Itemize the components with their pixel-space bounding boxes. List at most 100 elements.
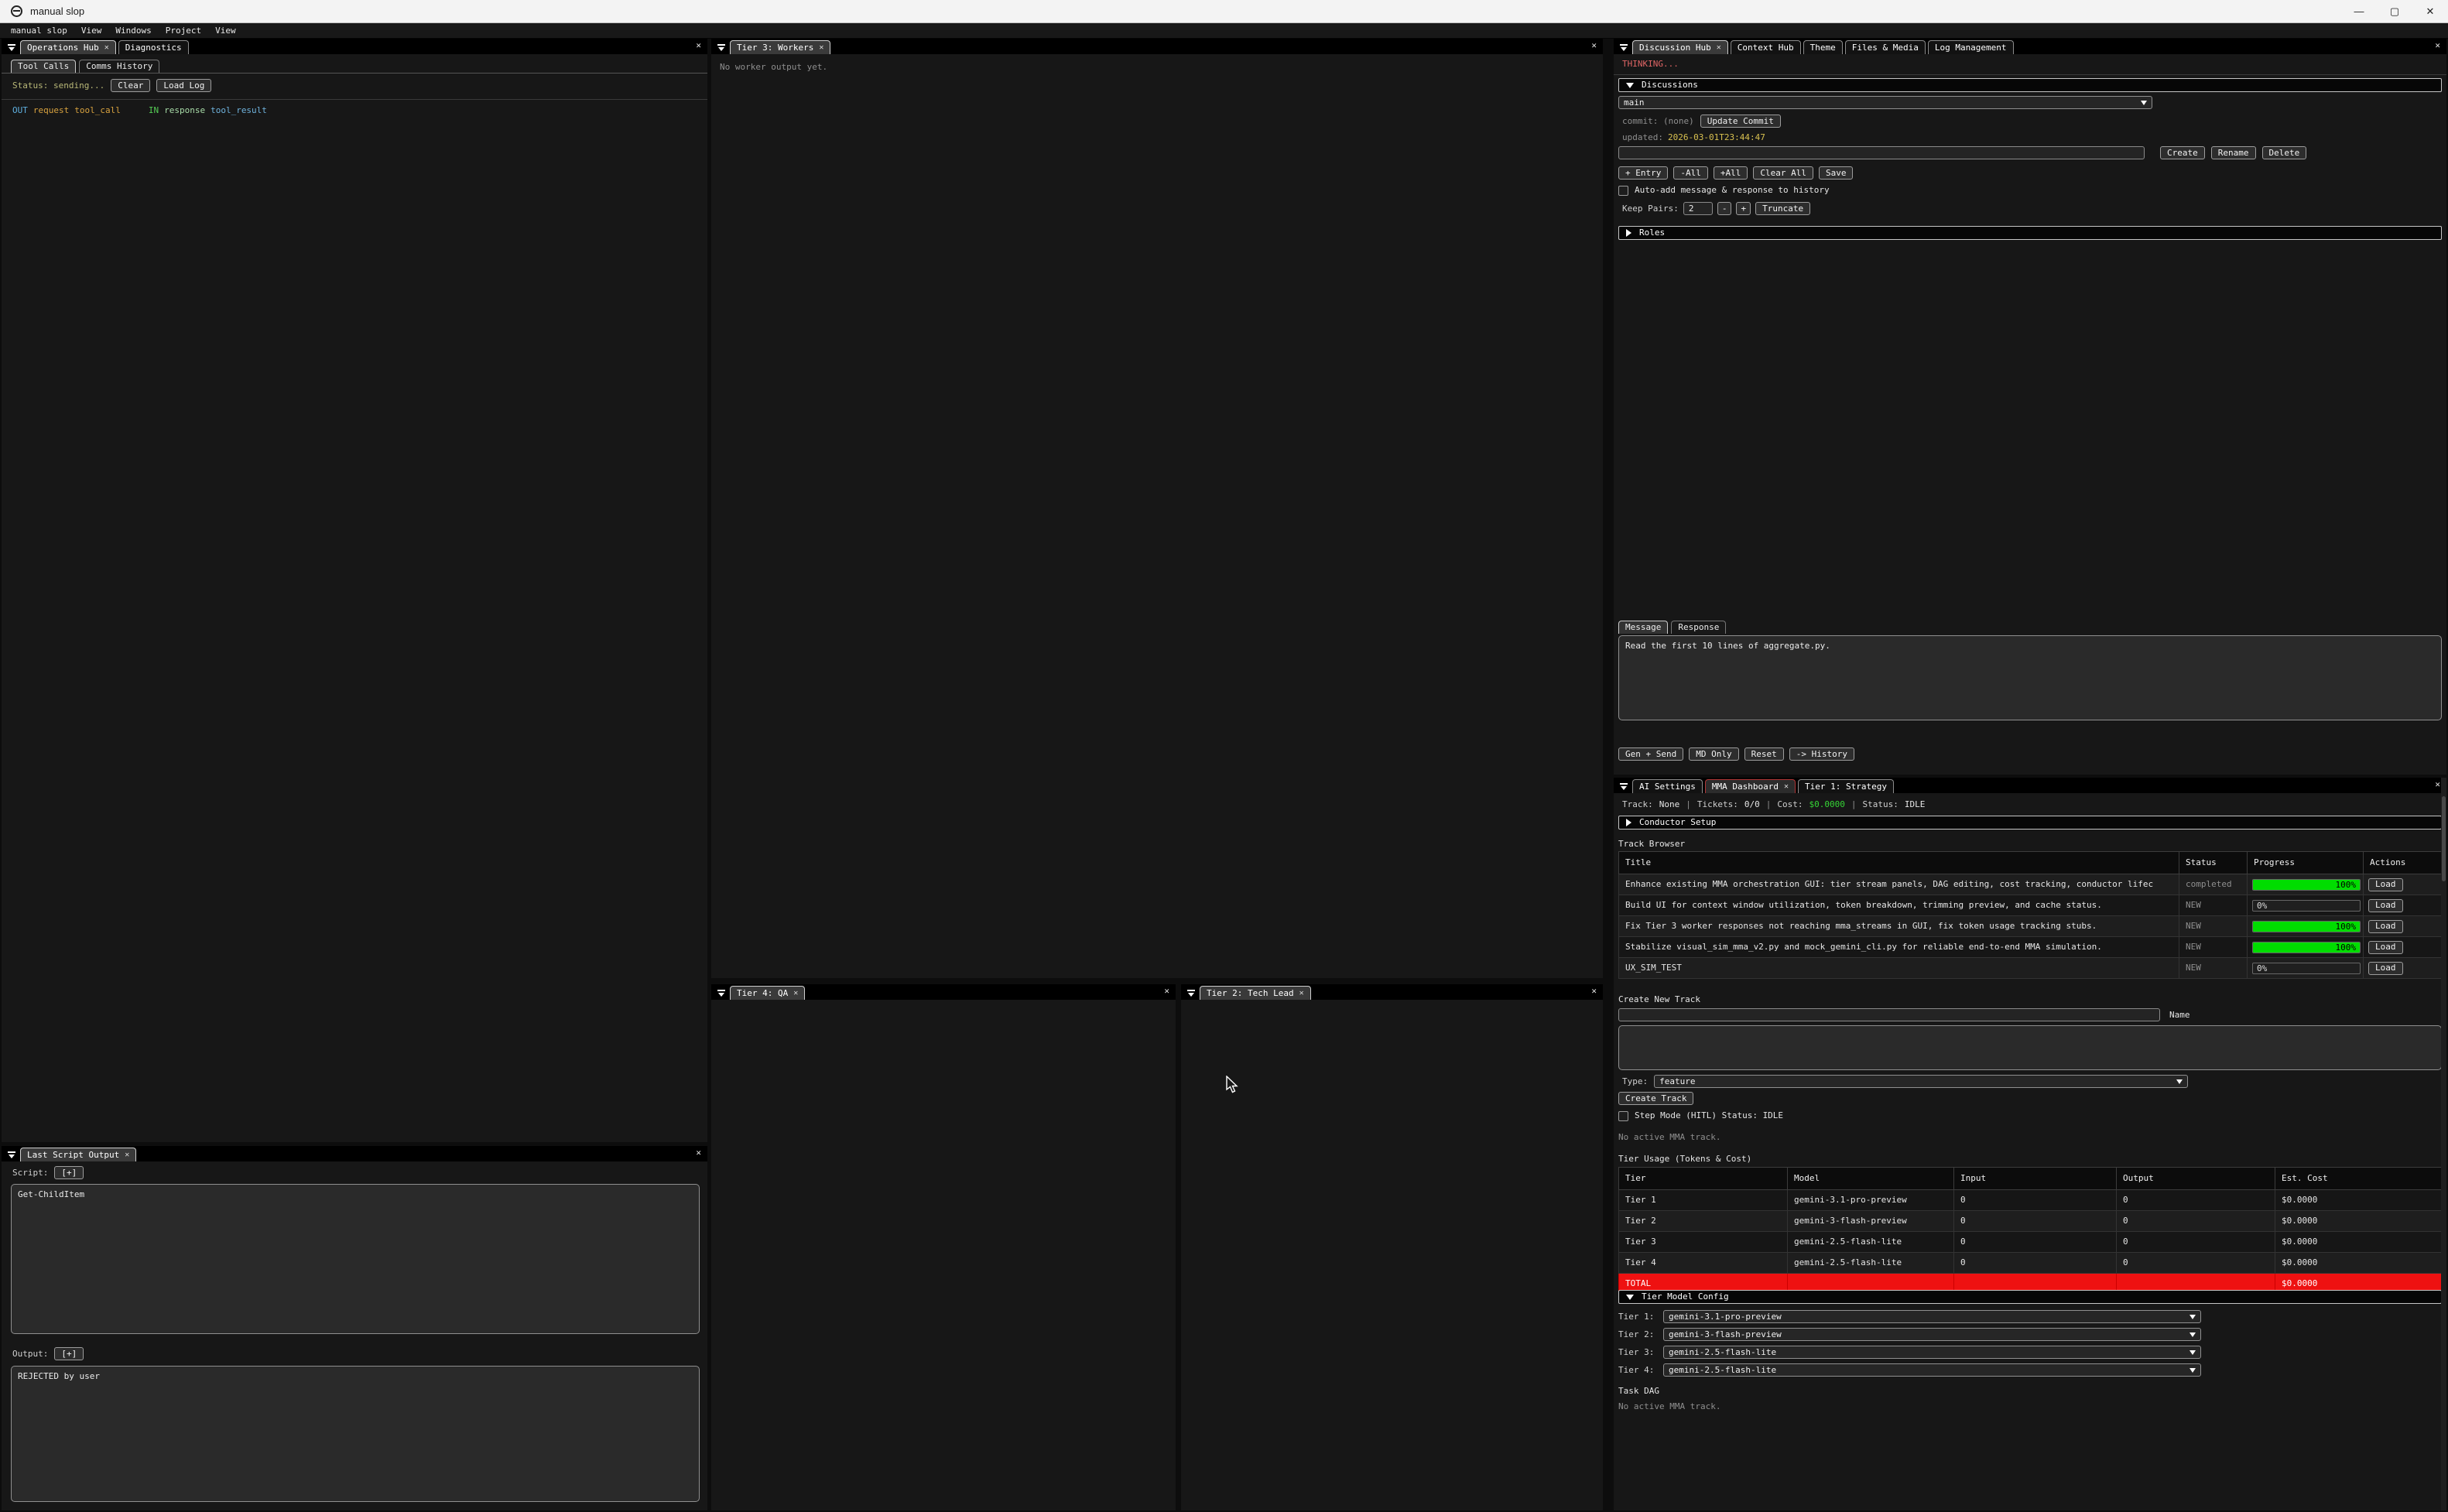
load-button[interactable]: Load: [2368, 899, 2403, 912]
scrollbar-thumb[interactable]: [2442, 796, 2446, 881]
autoadd-checkbox[interactable]: [1618, 186, 1628, 196]
output-textarea[interactable]: REJECTED by user: [11, 1366, 700, 1502]
create-button[interactable]: Create: [2160, 146, 2205, 159]
track-description-textarea[interactable]: [1618, 1025, 2442, 1070]
tab-context-hub[interactable]: Context Hub: [1731, 40, 1801, 54]
discussion-select[interactable]: main: [1618, 96, 2152, 109]
menu-item-project[interactable]: Project: [159, 26, 208, 36]
progress-bar: 0%: [2252, 963, 2361, 974]
load-button[interactable]: Load: [2368, 878, 2403, 891]
tab-tier2-techlead[interactable]: Tier 2: Tech Lead ✕: [1200, 986, 1311, 1000]
message-textarea[interactable]: Read the first 10 lines of aggregate.py.: [1618, 635, 2442, 720]
close-icon[interactable]: ✕: [1299, 988, 1304, 999]
mma-tabbar: AI Settings MMA Dashboard ✕ Tier 1: Stra…: [1614, 778, 2446, 793]
clear-button[interactable]: Clear: [111, 79, 150, 92]
close-icon[interactable]: ✕: [1164, 986, 1169, 1000]
close-icon[interactable]: ✕: [1717, 43, 1721, 53]
rename-button[interactable]: Rename: [2211, 146, 2256, 159]
load-button[interactable]: Load: [2368, 962, 2403, 975]
add-entry-button[interactable]: + Entry: [1618, 166, 1668, 180]
track-type-select[interactable]: feature: [1654, 1075, 2188, 1088]
menu-item-view2[interactable]: View: [208, 26, 243, 36]
tab-tier1-strategy[interactable]: Tier 1: Strategy: [1798, 779, 1894, 793]
minus-all-button[interactable]: -All: [1673, 166, 1708, 180]
minimize-icon[interactable]: —: [2341, 0, 2377, 22]
tier4-model-select[interactable]: gemini-2.5-flash-lite: [1663, 1363, 2201, 1377]
close-icon[interactable]: ✕: [1591, 986, 1597, 1000]
tier1-model-select[interactable]: gemini-3.1-pro-preview: [1663, 1310, 2201, 1323]
gen-send-button[interactable]: Gen + Send: [1618, 747, 1683, 761]
script-expand-button[interactable]: [+]: [54, 1166, 84, 1179]
script-textarea[interactable]: Get-ChildItem: [11, 1184, 700, 1334]
keep-pairs-input[interactable]: [1683, 202, 1713, 215]
tab-message[interactable]: Message: [1618, 621, 1668, 634]
tab-tier4-qa[interactable]: Tier 4: QA ✕: [730, 986, 805, 1000]
close-icon[interactable]: ✕: [696, 40, 701, 54]
tier3-model-select[interactable]: gemini-2.5-flash-lite: [1663, 1346, 2201, 1359]
load-log-button[interactable]: Load Log: [156, 79, 211, 92]
clear-all-button[interactable]: Clear All: [1753, 166, 1813, 180]
dropdown-filter-icon[interactable]: [1615, 44, 1632, 54]
dropdown-filter-icon[interactable]: [1183, 990, 1200, 1000]
dropdown-filter-icon[interactable]: [1615, 783, 1632, 793]
close-icon[interactable]: ✕: [2435, 779, 2440, 793]
tab-discussion-hub[interactable]: Discussion Hub ✕: [1632, 40, 1728, 54]
menu-item-app[interactable]: manual slop: [0, 26, 74, 36]
output-expand-button[interactable]: [+]: [54, 1347, 84, 1360]
tab-files-media[interactable]: Files & Media: [1845, 40, 1926, 54]
close-icon[interactable]: ✕: [125, 1150, 129, 1161]
tier-model-config-header[interactable]: Tier Model Config: [1618, 1290, 2442, 1304]
close-icon[interactable]: ✕: [1784, 782, 1789, 792]
menu-item-view[interactable]: View: [74, 26, 109, 36]
keep-pairs-increment-button[interactable]: +: [1736, 202, 1751, 215]
tab-ai-settings[interactable]: AI Settings: [1632, 779, 1703, 793]
discussion-name-input[interactable]: [1618, 146, 2145, 159]
close-icon[interactable]: ✕: [696, 1148, 701, 1161]
maximize-icon[interactable]: ▢: [2377, 0, 2412, 22]
tab-tier3-workers[interactable]: Tier 3: Workers ✕: [730, 40, 830, 54]
step-mode-checkbox[interactable]: [1618, 1111, 1628, 1121]
discussions-section-header[interactable]: Discussions: [1618, 78, 2442, 92]
tab-operations-hub[interactable]: Operations Hub ✕: [20, 40, 116, 54]
subtab-comms-history[interactable]: Comms History: [79, 60, 159, 73]
tab-log-management[interactable]: Log Management: [1928, 40, 2014, 54]
roles-section-header[interactable]: Roles: [1618, 226, 2442, 240]
updated-label: updated:: [1622, 132, 1663, 143]
close-icon[interactable]: ✕: [104, 43, 109, 53]
load-button[interactable]: Load: [2368, 920, 2403, 933]
load-button[interactable]: Load: [2368, 941, 2403, 954]
cost-label: Cost:: [1777, 799, 1803, 810]
create-track-button[interactable]: Create Track: [1618, 1092, 1693, 1105]
tab-diagnostics[interactable]: Diagnostics: [118, 40, 189, 54]
close-icon[interactable]: ✕: [819, 43, 823, 53]
close-icon[interactable]: ✕: [793, 988, 798, 999]
menu-item-windows[interactable]: Windows: [108, 26, 158, 36]
close-icon[interactable]: ✕: [2412, 0, 2448, 22]
keep-pairs-decrement-button[interactable]: -: [1717, 202, 1732, 215]
subtab-tool-calls[interactable]: Tool Calls: [11, 60, 76, 73]
track-name-input[interactable]: [1618, 1008, 2160, 1021]
dropdown-filter-icon[interactable]: [3, 1151, 20, 1161]
dropdown-filter-icon[interactable]: [713, 990, 730, 1000]
dropdown-filter-icon[interactable]: [713, 44, 730, 54]
no-active-track-text: No active MMA track.: [1618, 1401, 1720, 1412]
conductor-setup-header[interactable]: Conductor Setup: [1618, 816, 2442, 830]
truncate-button[interactable]: Truncate: [1755, 202, 1810, 215]
update-commit-button[interactable]: Update Commit: [1700, 115, 1781, 128]
close-icon[interactable]: ✕: [1591, 40, 1597, 54]
keep-pairs-row: Keep Pairs: - + Truncate: [1622, 202, 1810, 215]
save-button[interactable]: Save: [1819, 166, 1854, 180]
tab-response[interactable]: Response: [1671, 621, 1726, 634]
tab-last-script-output[interactable]: Last Script Output ✕: [20, 1148, 136, 1161]
tab-theme[interactable]: Theme: [1803, 40, 1843, 54]
tab-mma-dashboard[interactable]: MMA Dashboard ✕: [1705, 779, 1796, 793]
plus-all-button[interactable]: +All: [1714, 166, 1748, 180]
close-icon[interactable]: ✕: [2435, 40, 2440, 54]
md-only-button[interactable]: MD Only: [1689, 747, 1738, 761]
to-history-button[interactable]: -> History: [1789, 747, 1854, 761]
dropdown-filter-icon[interactable]: [3, 44, 20, 54]
delete-button[interactable]: Delete: [2262, 146, 2307, 159]
tier2-model-select[interactable]: gemini-3-flash-preview: [1663, 1328, 2201, 1341]
scrollbar[interactable]: [2441, 778, 2446, 1510]
reset-button[interactable]: Reset: [1744, 747, 1784, 761]
